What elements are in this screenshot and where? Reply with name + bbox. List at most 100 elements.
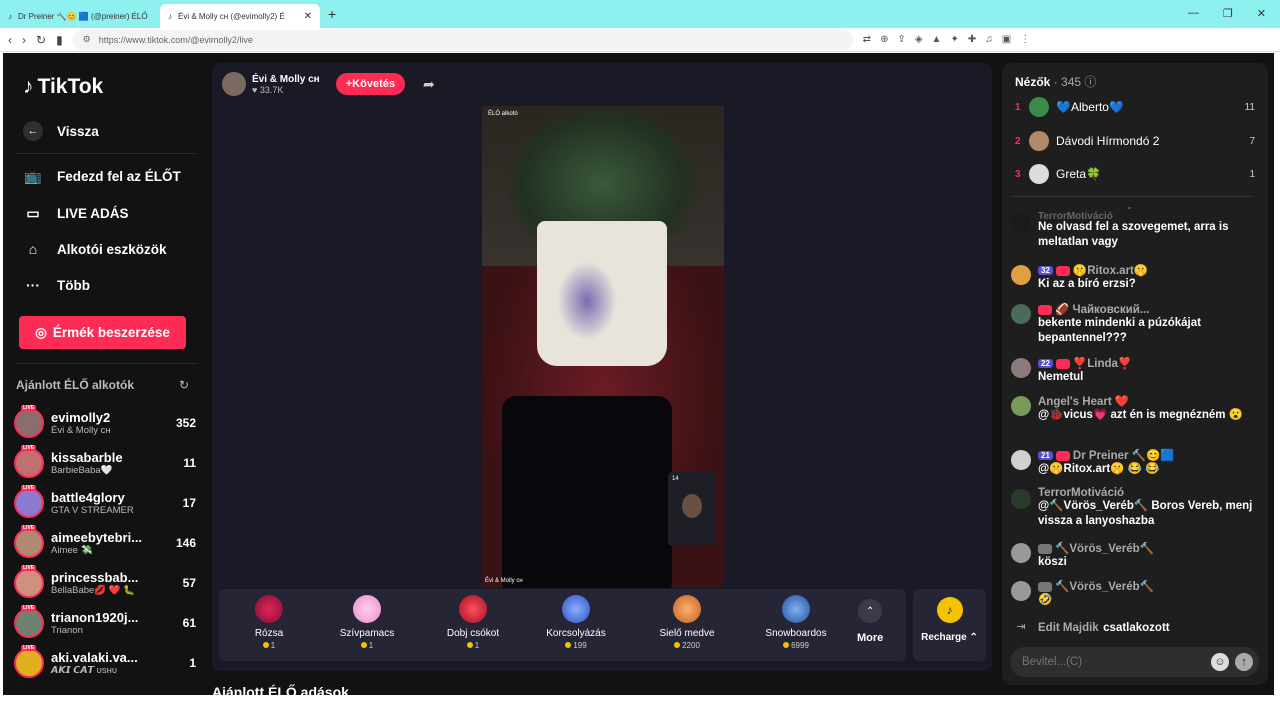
creator-item[interactable]: LIVE evimolly2 Évi & Molly ᴄʜ 352 [14, 404, 196, 442]
live-badge: LIVE [21, 605, 37, 611]
gift-item[interactable]: Korcsolyázás 199 [526, 595, 626, 650]
get-coins-button[interactable]: ◎ Érmék beszerzése [19, 316, 186, 349]
avatar[interactable] [1011, 543, 1031, 563]
creator-name: evimolly2 [51, 410, 111, 425]
tiktok-logo-icon: ♪ [23, 75, 34, 98]
gift-item[interactable]: Dobj csókot 1 [423, 595, 523, 650]
top-viewer-item[interactable]: 3 Greta🍀 1 [1015, 163, 1255, 185]
video-phone [502, 396, 672, 588]
avatar[interactable] [1011, 358, 1031, 378]
emoji-icon[interactable]: ☺ [1211, 653, 1229, 671]
message-text: @🐞vicus💗 azt én is megnézném 😮 [1038, 409, 1244, 421]
viewer-count: 57 [182, 576, 196, 590]
gift-item[interactable]: Snowboardos 6999 [746, 595, 846, 650]
nav-creator-tools[interactable]: ⌂ Alkotói eszközök [23, 239, 167, 259]
top-viewer-item[interactable]: 1 💙Alberto💙 11 [1015, 96, 1255, 118]
creator-tools-icon: ⌂ [28, 241, 38, 257]
reload-icon[interactable]: ↻ [36, 33, 46, 47]
music-icon[interactable]: ♫ [985, 34, 993, 45]
top-viewer-item[interactable]: 2 Dávodi Hírmondó 2 7 [1015, 130, 1255, 152]
nav-label: Alkotói eszközök [57, 241, 167, 257]
share-icon[interactable]: ⇪ [897, 34, 905, 45]
bookmark-icon[interactable]: ▮ [56, 33, 63, 47]
gift-name: Snowboardos [765, 628, 827, 639]
back-arrow-icon[interactable]: ‹ [8, 33, 12, 47]
new-tab-icon[interactable]: + [328, 6, 336, 22]
message-user[interactable]: Dr Preiner 🔨😊🟦 [1073, 450, 1175, 462]
chat-message: 22 ❣️Linda❣️ Nemetul [1011, 356, 1256, 385]
chat-message: 21 Dr Preiner 🔨😊🟦 @🤫Ritox.art🤫 😂 😂 [1011, 448, 1256, 477]
message-user[interactable]: Angel's Heart ❤️ [1038, 394, 1256, 408]
tab-evimolly[interactable]: ♪ Évi & Molly ᴄʜ (@evimolly2) É ✕ [160, 4, 320, 28]
viewers-header: Nézők · 345 ⓘ [1015, 73, 1096, 90]
avatar[interactable] [1011, 265, 1031, 285]
gift-price: 6999 [746, 641, 846, 650]
nav-live-broadcast[interactable]: ▭ LIVE ADÁS [23, 203, 128, 223]
creator-item[interactable]: LIVE battle4glory GTA V STREAMER 17 [14, 484, 196, 522]
message-user[interactable]: 🏈 Чайковский... [1055, 304, 1149, 316]
message-body: 🔨Vörös_Veréb🔨 🤣 [1038, 579, 1256, 608]
creator-item[interactable]: LIVE trianon1920j... Trianon 61 [14, 604, 196, 642]
viewers-count: · 345 [1053, 75, 1082, 89]
puzzle-icon[interactable]: ✚ [968, 34, 976, 45]
message-user[interactable]: 🔨Vörös_Veréb🔨 [1055, 581, 1154, 593]
site-info-icon[interactable]: ⚙ [83, 34, 91, 45]
refresh-icon[interactable]: ↻ [179, 378, 189, 392]
join-user[interactable]: Edit Majdik [1038, 622, 1099, 634]
nav-explore-live[interactable]: 📺 Fedezd fel az ÉLŐT [23, 166, 181, 186]
minimize-icon[interactable]: — [1188, 7, 1199, 20]
sidepanel-icon[interactable]: ▣ [1002, 34, 1011, 45]
message-user[interactable]: TerrorMotiváció [1038, 211, 1256, 220]
nav-more[interactable]: ··· Több [23, 275, 90, 295]
menu-icon[interactable]: ⋮ [1020, 34, 1030, 45]
message-user[interactable]: TerrorMotiváció [1038, 487, 1256, 499]
message-user[interactable]: ❣️Linda❣️ [1073, 358, 1132, 370]
message-user[interactable]: 🔨Vörös_Veréb🔨 [1055, 543, 1154, 555]
live-video[interactable]: 14 ÉLŐ alkotó Évi & Molly ᴄʜ [482, 106, 724, 588]
creator-item[interactable]: LIVE aki.valaki.va... 𝘼𝙆𝙄 𝘾𝘼𝙏 ᴜsʜᴜ 1 [14, 644, 196, 682]
avatar[interactable] [1011, 396, 1031, 416]
creator-item[interactable]: LIVE aimeebytebri... Aimee 💸 146 [14, 524, 196, 562]
more-gifts-button[interactable]: ⌃ More [857, 599, 883, 644]
creator-item[interactable]: LIVE princessbab... BellaBabe💋 ❤️ 🐛 57 [14, 564, 196, 602]
avatar[interactable] [1011, 304, 1031, 324]
message-user[interactable]: 🤫Ritox.art🤫 [1073, 265, 1148, 277]
forward-arrow-icon[interactable]: › [22, 33, 26, 47]
host-avatar[interactable] [222, 72, 246, 96]
message-body: TerrorMotiváció @🔨Vörös_Veréb🔨 Boros Ver… [1038, 487, 1256, 529]
avatar[interactable] [1011, 489, 1031, 509]
gift-name: Dobj csókot [446, 628, 500, 639]
tab-dr-preiner[interactable]: ♪ Dr Preiner 🔨😊 🟦 (@preiner) ÉLŐ [0, 4, 160, 28]
gift-item[interactable]: Szívpamacs 1 [317, 595, 417, 650]
translate-icon[interactable]: ⇄ [863, 34, 871, 45]
back-link[interactable]: ← Vissza [23, 121, 99, 141]
gift-item[interactable]: Rózsa 1 [219, 595, 319, 650]
guest-pip[interactable]: 14 [668, 472, 716, 546]
avatar[interactable] [1011, 581, 1031, 601]
message-header: 🔨Vörös_Veréb🔨 [1038, 541, 1256, 555]
creator-nickname: BarbieBaba🤍 [51, 465, 113, 476]
extension-icon[interactable]: ✦ [950, 34, 958, 45]
shield-icon[interactable]: ◈ [915, 34, 923, 45]
restore-icon[interactable]: ❐ [1223, 7, 1233, 20]
recharge-button[interactable]: ♪ Recharge ⌃ [913, 589, 986, 661]
tiktok-logo[interactable]: ♪ TikTok [23, 75, 103, 99]
level-badge: 22 [1038, 359, 1053, 369]
avatar[interactable] [1011, 213, 1031, 233]
info-icon[interactable]: ⓘ [1084, 75, 1096, 89]
gift-item[interactable]: Sielő medve 2200 [637, 595, 737, 650]
chat-input[interactable] [1022, 656, 1211, 668]
triangle-icon[interactable]: ▲ [932, 34, 942, 45]
host-name[interactable]: Évi & Molly ᴄʜ [252, 74, 320, 85]
creator-item[interactable]: LIVE kissabarble BarbieBaba🤍 11 [14, 444, 196, 482]
avatar[interactable] [1011, 450, 1031, 470]
logo-text: TikTok [37, 75, 104, 98]
share-icon[interactable]: ➦ [423, 76, 435, 93]
zoom-icon[interactable]: ⊕ [880, 34, 888, 45]
close-window-icon[interactable]: ✕ [1257, 7, 1266, 20]
close-tab-icon[interactable]: ✕ [304, 11, 312, 22]
send-icon[interactable]: ↑ [1235, 653, 1253, 671]
extensions-toolbar: ⇄ ⊕ ⇪ ◈ ▲ ✦ ✚ ♫ ▣ ⋮ [863, 34, 1031, 45]
url-field[interactable]: ⚙ https://www.tiktok.com/@evimolly2/live [72, 29, 853, 50]
follow-button[interactable]: +Követés [335, 73, 405, 95]
